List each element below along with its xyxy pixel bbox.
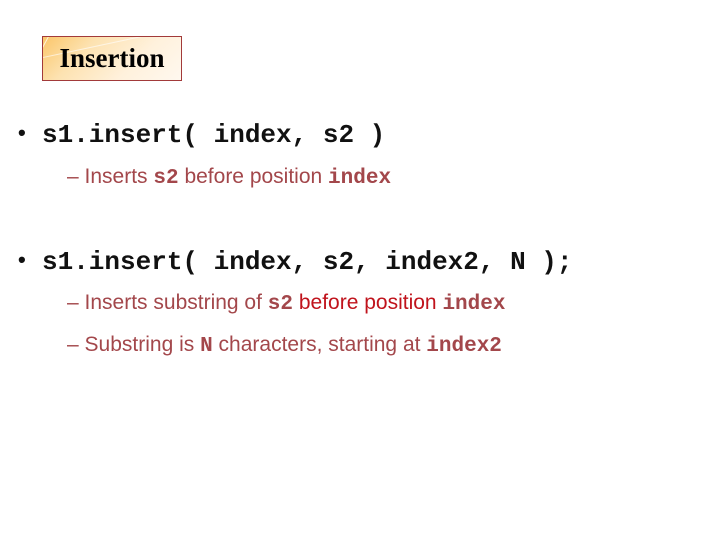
slide-title-box: Insertion xyxy=(42,36,182,81)
code-term: s2 xyxy=(267,293,293,316)
sub-text: characters, starting at xyxy=(212,333,427,356)
sub-text: Inserts substring of xyxy=(84,291,268,314)
bullet-icon: • xyxy=(18,247,26,272)
sub-bullet-2-1: – Inserts substring of s2 before positio… xyxy=(67,291,505,316)
code-term: index xyxy=(328,167,392,190)
sub-text: before position xyxy=(178,165,329,188)
bullet-item-1: • s1.insert( index, s2 ) xyxy=(18,120,385,150)
dash-icon: – xyxy=(67,333,79,356)
sub-bullet-2-2: – Substring is N characters, starting at… xyxy=(67,333,502,358)
dash-icon: – xyxy=(67,165,79,188)
bullet-item-2: • s1.insert( index, s2, index2, N ); xyxy=(18,247,573,277)
bullet-code: s1.insert( index, s2 ) xyxy=(42,120,386,150)
code-term: index2 xyxy=(426,335,502,358)
sub-text-emphasis: before position xyxy=(293,291,443,314)
code-term: index xyxy=(442,293,506,316)
code-term: N xyxy=(200,335,213,358)
code-term: s2 xyxy=(153,167,179,190)
slide-title: Insertion xyxy=(59,43,165,73)
sub-bullet-1-1: – Inserts s2 before position index xyxy=(67,165,391,190)
dash-icon: – xyxy=(67,291,79,314)
bullet-icon: • xyxy=(18,120,26,145)
sub-text: Substring is xyxy=(84,333,201,356)
sub-text: Inserts xyxy=(84,165,154,188)
bullet-code: s1.insert( index, s2, index2, N ); xyxy=(42,247,573,277)
